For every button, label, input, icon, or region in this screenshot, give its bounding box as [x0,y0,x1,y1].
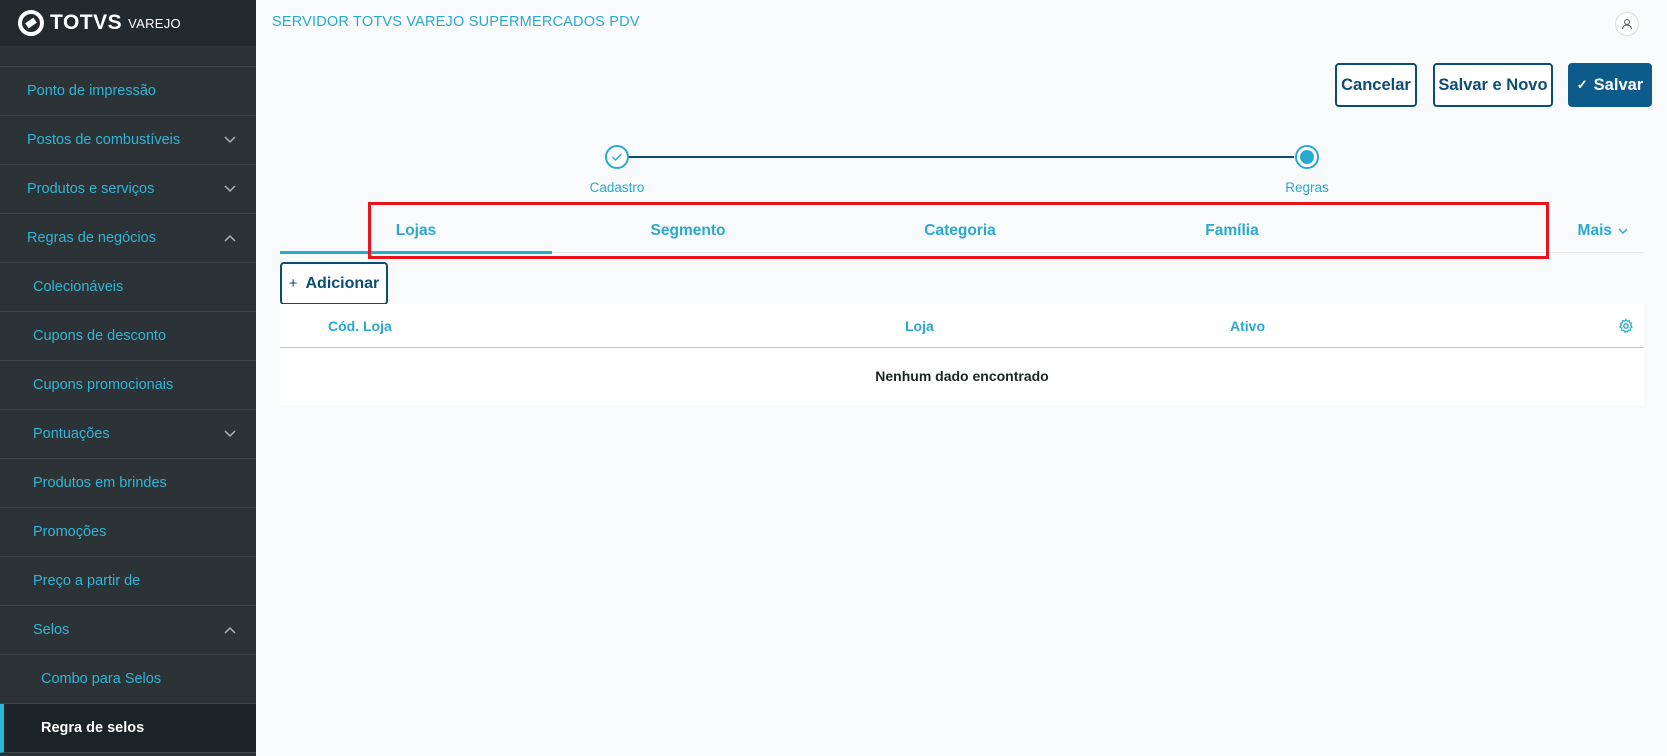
sidebar-item-postos-de-combustiveis[interactable]: Postos de combustíveis [0,116,256,165]
totvs-logo-icon [18,10,44,36]
save-button[interactable]: ✓ Salvar [1568,63,1652,107]
column-header-loja[interactable]: Loja [905,318,934,334]
sidebar: TOTVS VAREJO Ponto de impressão Postos d… [0,0,256,756]
app-logo[interactable]: TOTVS VAREJO [0,0,256,46]
sidebar-item-label: Ponto de impressão [27,83,156,99]
sidebar-item-label: Produtos em brindes [33,475,167,491]
sidebar-item-label: Combo para Selos [41,671,162,687]
sidebar-item-label: Colecionáveis [33,279,124,295]
tab-segmento[interactable]: Segmento [552,208,824,253]
sidebar-item-pontuacoes[interactable]: Pontuações [0,410,256,459]
table-header: Cód. Loja Loja Ativo [280,304,1644,348]
data-table: Cód. Loja Loja Ativo Nenhum dado encontr… [280,304,1644,405]
add-button-label: Adicionar [305,274,380,292]
cancel-button[interactable]: Cancelar [1335,63,1417,107]
chevron-down-icon [224,185,236,193]
sidebar-item-label: Selos [33,622,70,638]
chevron-down-icon [1618,222,1628,240]
sidebar-item-preco-a-partir-de[interactable]: Preço a partir de [0,557,256,606]
sidebar-item-label: Postos de combustíveis [27,132,181,148]
sidebar-item-cupons-promocionais[interactable]: Cupons promocionais [0,361,256,410]
gear-icon[interactable] [1618,318,1634,334]
tab-lojas[interactable]: Lojas [280,208,552,254]
chevron-down-icon [224,136,236,144]
tab-mais-label: Mais [1577,221,1612,239]
sidebar-item-produtos-e-servicos[interactable]: Produtos e serviços [0,165,256,214]
sidebar-item-label: Regras de negócios [27,230,156,246]
sidebar-item-label: Promoções [33,524,107,540]
check-icon [611,153,623,162]
sidebar-item-label: Pontuações [33,426,110,442]
chevron-down-icon [224,430,236,438]
add-button[interactable]: + Adicionar [280,262,388,305]
step-label-cadastro: Cadastro [589,180,645,195]
sidebar-item-promocoes[interactable]: Promoções [0,508,256,557]
sidebar-item-selos[interactable]: Selos [0,606,256,655]
sidebar-item-regras-de-negocios[interactable]: Regras de negócios [0,214,256,263]
current-step-dot [1300,150,1314,164]
logo-subtext: VAREJO [128,15,181,31]
sidebar-divider [0,46,256,67]
sidebar-item-label: Produtos e serviços [27,181,155,197]
sidebar-item-cupons-de-desconto[interactable]: Cupons de desconto [0,312,256,361]
save-and-new-button[interactable]: Salvar e Novo [1433,63,1553,107]
step-cadastro[interactable] [605,145,629,169]
plus-icon: + [288,275,298,292]
sidebar-item-colecionaveis[interactable]: Colecionáveis [0,263,256,312]
tab-familia[interactable]: Família [1096,208,1368,253]
sidebar-item-label: Cupons de desconto [33,328,167,344]
tab-categoria[interactable]: Categoria [824,208,1096,253]
sidebar-item-label: Preço a partir de [33,573,141,589]
save-button-label: Salvar [1593,75,1644,94]
check-icon: ✓ [1576,77,1588,92]
sidebar-item-label: Regra de selos [41,720,145,736]
sidebar-item-produtos-em-brindes[interactable]: Produtos em brindes [0,459,256,508]
sidebar-item-regra-de-selos[interactable]: Regra de selos [0,704,256,753]
page-header-title: SERVIDOR TOTVS VAREJO SUPERMERCADOS PDV [272,14,640,30]
chevron-up-icon [224,626,236,634]
step-regras[interactable] [1295,145,1319,169]
logo-text: TOTVS [50,11,123,34]
step-label-regras: Regras [1285,180,1329,195]
empty-state-message: Nenhum dado encontrado [875,368,1049,384]
stepper-connector [627,156,1294,158]
sidebar-item-label: Cupons promocionais [33,377,174,393]
column-header-ativo[interactable]: Ativo [1230,318,1265,334]
tab-bar: Lojas Segmento Categoria Família Mais [280,208,1644,254]
sidebar-item-ponto-de-impressao[interactable]: Ponto de impressão [0,67,256,116]
user-avatar-icon[interactable] [1615,12,1639,36]
tab-mais[interactable]: Mais [1368,208,1640,253]
sidebar-item-combo-para-selos[interactable]: Combo para Selos [0,655,256,704]
chevron-up-icon [224,234,236,242]
column-header-cod-loja[interactable]: Cód. Loja [328,318,392,334]
